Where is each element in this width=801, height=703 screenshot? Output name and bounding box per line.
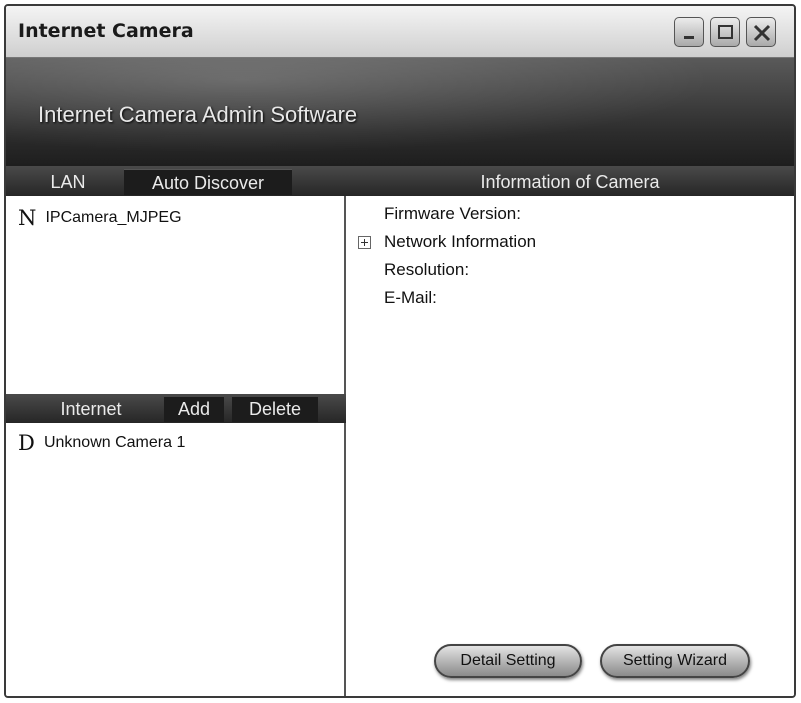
close-icon <box>753 24 771 42</box>
list-item[interactable]: N IPCamera_MJPEG <box>18 206 182 230</box>
setting-wizard-button[interactable]: Setting Wizard <box>600 644 750 678</box>
window-title: Internet Camera <box>18 20 194 42</box>
list-item[interactable]: D Unknown Camera 1 <box>18 431 185 455</box>
delete-button[interactable]: Delete <box>232 397 318 422</box>
auto-discover-button[interactable]: Auto Discover <box>124 169 292 195</box>
internet-bar: Internet Add Delete <box>6 394 346 423</box>
internet-camera-list: D Unknown Camera 1 <box>6 423 346 696</box>
tab-lan[interactable]: LAN <box>16 169 120 195</box>
app-window: Internet Camera Internet Camera Admin So… <box>4 4 796 698</box>
camera-name: Unknown Camera 1 <box>43 434 186 451</box>
close-button[interactable] <box>746 17 776 47</box>
detail-setting-button[interactable]: Detail Setting <box>434 644 582 678</box>
internet-label[interactable]: Internet <box>36 397 146 422</box>
network-information-node[interactable]: Network Information <box>384 232 536 252</box>
maximize-button[interactable] <box>710 17 740 47</box>
camera-info-panel: Firmware Version: Network Information Re… <box>346 196 794 696</box>
camera-type-letter: D <box>18 431 35 455</box>
banner-title: Internet Camera Admin Software <box>38 102 358 127</box>
firmware-version-label: Firmware Version: <box>384 204 521 223</box>
minimize-button[interactable] <box>674 17 704 47</box>
title-bar[interactable]: Internet Camera <box>6 6 794 58</box>
header-banner: Internet Camera Admin Software <box>6 58 794 166</box>
lan-camera-list: N IPCamera_MJPEG <box>6 196 346 394</box>
tab-bar: LAN Auto Discover Information of Camera <box>6 166 794 196</box>
camera-type-letter: N <box>18 206 37 230</box>
info-header: Information of Camera <box>480 172 660 192</box>
minimize-icon <box>684 36 694 39</box>
email-label: E-Mail: <box>384 288 437 307</box>
resolution-label: Resolution: <box>384 260 470 279</box>
add-button[interactable]: Add <box>164 397 224 422</box>
expand-icon[interactable] <box>358 236 371 249</box>
maximize-icon <box>718 25 733 39</box>
camera-name: IPCamera_MJPEG <box>45 209 182 226</box>
